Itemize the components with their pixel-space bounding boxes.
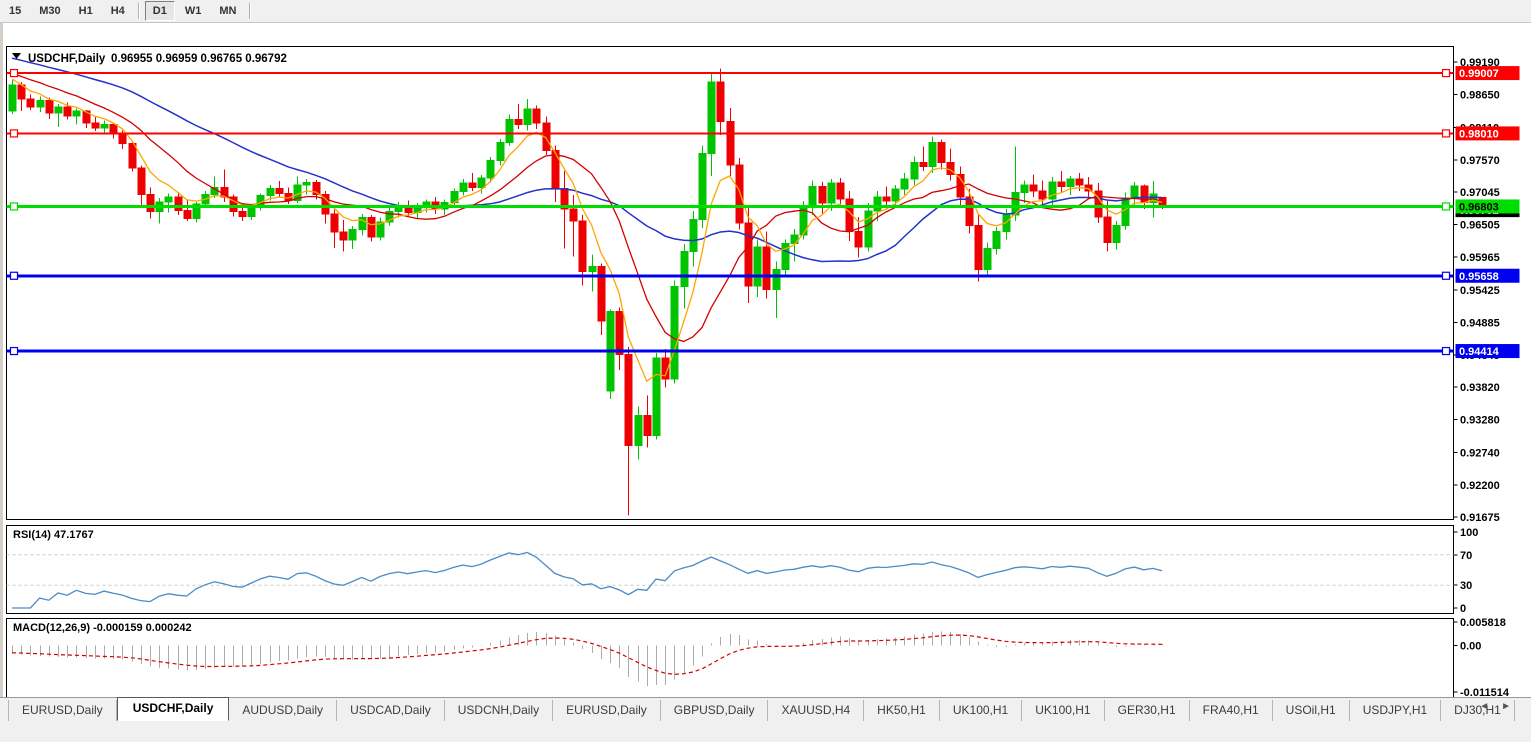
price-axis-tick-label: 0.93820 xyxy=(1460,382,1500,394)
rsi-axis-tick-label: 100 xyxy=(1460,527,1478,539)
timeframe-button-m30[interactable]: M30 xyxy=(31,1,68,21)
level-line-anchor[interactable] xyxy=(11,348,18,355)
timeframe-button-mn[interactable]: MN xyxy=(211,1,244,21)
chart-tab-usdcad-daily[interactable]: USDCAD,Daily xyxy=(337,700,445,721)
chart-tab-hk50-h1[interactable]: HK50,H1 xyxy=(864,700,940,721)
level-line-anchor[interactable] xyxy=(11,70,18,77)
chart-tab-gbpusd-daily[interactable]: GBPUSD,Daily xyxy=(661,700,769,721)
tab-scroll-left-icon[interactable]: ◄ xyxy=(1479,701,1501,712)
rsi-axis-tick-label: 70 xyxy=(1460,550,1472,562)
chart-tab-uk100-h1[interactable]: UK100,H1 xyxy=(1022,700,1104,721)
level-line-anchor[interactable] xyxy=(1443,348,1450,355)
timeframe-button-w1[interactable]: W1 xyxy=(177,1,210,21)
level-line-anchor[interactable] xyxy=(11,272,18,279)
chart-title: USDCHF,Daily xyxy=(28,53,106,65)
rsi-axis-tick-label: 0 xyxy=(1460,603,1466,615)
price-axis-tick-label: 0.95425 xyxy=(1460,285,1500,297)
level-line-anchor[interactable] xyxy=(1443,130,1450,137)
macd-axis-tick-label: 0.005818 xyxy=(1460,617,1506,629)
chart-tab-usoil-h1[interactable]: USOil,H1 xyxy=(1273,700,1350,721)
chart-tab-fra40-h1[interactable]: FRA40,H1 xyxy=(1190,700,1273,721)
price-axis-tick-label: 0.94885 xyxy=(1460,318,1500,330)
level-line-anchor[interactable] xyxy=(1443,203,1450,210)
chart-ohlc-readout: 0.96955 0.96959 0.96765 0.96792 xyxy=(111,53,287,65)
chart-tab-eurusd-daily[interactable]: EURUSD,Daily xyxy=(8,700,117,721)
price-axis-tick-label: 0.92200 xyxy=(1460,480,1500,492)
rsi-label: RSI(14) 47.1767 xyxy=(13,529,94,541)
toolbar-separator xyxy=(249,3,251,19)
level-line-anchor[interactable] xyxy=(1443,272,1450,279)
macd-label: MACD(12,26,9) -0.000159 0.000242 xyxy=(13,622,192,634)
level-price-label: 0.94414 xyxy=(1459,346,1500,358)
price-axis-tick-label: 0.96505 xyxy=(1460,219,1500,231)
price-axis-tick-label: 0.91675 xyxy=(1460,512,1500,524)
price-axis-tick-label: 0.97045 xyxy=(1460,187,1500,199)
level-line-anchor[interactable] xyxy=(1443,70,1450,77)
chart-tab-eurusd-daily[interactable]: EURUSD,Daily xyxy=(553,700,661,721)
chart-tab-uk100-h1[interactable]: UK100,H1 xyxy=(940,700,1022,721)
tab-scroll-right-icon[interactable]: ► xyxy=(1501,701,1523,712)
timeframe-button-h1[interactable]: H1 xyxy=(71,1,101,21)
level-price-label: 0.95658 xyxy=(1459,271,1499,283)
level-price-label: 0.98010 xyxy=(1459,128,1499,140)
level-price-label: 0.96803 xyxy=(1459,201,1499,213)
timeframe-button-h4[interactable]: H4 xyxy=(103,1,133,21)
level-line-anchor[interactable] xyxy=(11,203,18,210)
chart-tab-usdchf-daily[interactable]: USDCHF,Daily xyxy=(117,697,230,721)
price-axis-tick-label: 0.95965 xyxy=(1460,252,1500,264)
chart-tab-audusd-daily[interactable]: AUDUSD,Daily xyxy=(229,700,337,721)
price-axis-tick-label: 0.98650 xyxy=(1460,90,1500,102)
chart-tab-xauusd-h4[interactable]: XAUUSD,H4 xyxy=(768,700,864,721)
tab-scroll-buttons: ◄► xyxy=(1479,701,1523,712)
level-price-label: 0.99007 xyxy=(1459,68,1499,80)
price-axis-tick-label: 0.97570 xyxy=(1460,155,1500,167)
chart-window: 0.991900.986500.981100.975700.970450.965… xyxy=(0,22,1531,697)
rsi-pane[interactable] xyxy=(7,526,1454,614)
price-axis-tick-label: 0.93280 xyxy=(1460,415,1500,427)
chart-tab-usdjpy-h1[interactable]: USDJPY,H1 xyxy=(1350,700,1441,721)
price-axis-tick-label: 0.92740 xyxy=(1460,447,1500,459)
macd-axis-tick-label: 0.00 xyxy=(1460,641,1481,653)
level-line-anchor[interactable] xyxy=(11,130,18,137)
chart-tab-ger30-h1[interactable]: GER30,H1 xyxy=(1105,700,1190,721)
timeframe-button-15[interactable]: 15 xyxy=(1,1,29,21)
timeframe-button-d1[interactable]: D1 xyxy=(145,1,175,21)
macd-pane[interactable] xyxy=(7,619,1454,699)
toolbar-separator xyxy=(138,3,140,19)
rsi-axis-tick-label: 30 xyxy=(1460,580,1472,592)
symbol-tab-bar: EURUSD,DailyUSDCHF,DailyAUDUSD,DailyUSDC… xyxy=(0,697,1531,721)
timeframe-toolbar: 15M30H1H4 D1W1MN xyxy=(0,0,1531,23)
chart-tab-usdcnh-daily[interactable]: USDCNH,Daily xyxy=(445,700,553,721)
